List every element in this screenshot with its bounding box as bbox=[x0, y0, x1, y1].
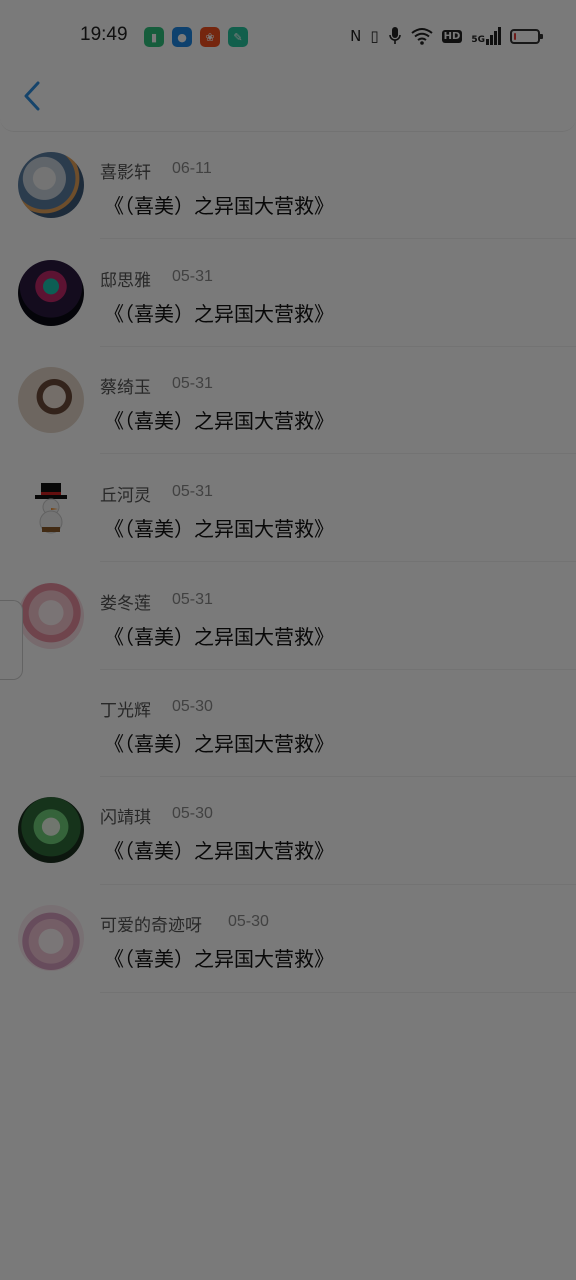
back-button[interactable] bbox=[14, 76, 50, 116]
notification-icons: ▮ ● ❀ ✎ bbox=[144, 27, 248, 47]
user-name[interactable]: 喜影轩 bbox=[100, 158, 151, 183]
list-item[interactable]: 喜影轩 06-11 《（喜美）之异国大营救》 bbox=[0, 132, 576, 239]
post-date: 06-11 bbox=[172, 160, 212, 177]
navigation-bar bbox=[0, 58, 576, 132]
user-name[interactable]: 闪靖琪 bbox=[100, 803, 151, 828]
cellular-signal-icon: 5G bbox=[471, 27, 501, 45]
post-date: 05-31 bbox=[172, 268, 213, 285]
divider bbox=[100, 992, 576, 993]
avatar[interactable] bbox=[18, 367, 84, 433]
book-title: 《（喜美）之异国大营救》 bbox=[104, 625, 334, 649]
network-type-label: 5G bbox=[471, 35, 485, 45]
user-name[interactable]: 丘河灵 bbox=[100, 481, 151, 506]
avatar[interactable] bbox=[18, 797, 84, 863]
status-time: 19:49 bbox=[80, 24, 128, 45]
book-title: 《（喜美）之异国大营救》 bbox=[104, 947, 334, 971]
post-date: 05-31 bbox=[172, 483, 213, 500]
list-item[interactable]: 娄冬莲 05-31 《（喜美）之异国大营救》 bbox=[0, 562, 576, 670]
post-date: 05-31 bbox=[172, 591, 213, 608]
user-name[interactable]: 娄冬莲 bbox=[100, 589, 151, 614]
floating-side-tab[interactable] bbox=[0, 600, 23, 680]
user-name[interactable]: 蔡绮玉 bbox=[100, 373, 151, 398]
list-item[interactable]: 丘河灵 05-31 《（喜美）之异国大营救》 bbox=[0, 454, 576, 562]
wifi-icon bbox=[411, 28, 433, 45]
avatar[interactable] bbox=[18, 260, 84, 326]
avatar[interactable] bbox=[18, 905, 84, 971]
avatar[interactable] bbox=[18, 583, 84, 649]
hd-icon: HD bbox=[441, 29, 463, 43]
community-app-icon: ❀ bbox=[200, 27, 220, 47]
list-item[interactable]: 蔡绮玉 05-31 《（喜美）之异国大营救》 bbox=[0, 346, 576, 454]
nfc-icon: N bbox=[350, 27, 362, 45]
user-name[interactable]: 可爱的奇迹呀 bbox=[100, 911, 202, 936]
system-icons: N ▯ HD 5G bbox=[350, 25, 543, 47]
post-date: 05-30 bbox=[172, 698, 213, 715]
battery-level bbox=[514, 32, 516, 40]
avatar[interactable] bbox=[18, 152, 84, 218]
chat-app-icon: ✎ bbox=[228, 27, 248, 47]
user-name[interactable]: 邸思雅 bbox=[100, 266, 151, 291]
list-item[interactable]: 闪靖琪 05-30 《（喜美）之异国大营救》 bbox=[0, 777, 576, 885]
vibrate-icon: ▯ bbox=[370, 27, 379, 45]
book-title: 《（喜美）之异国大营救》 bbox=[104, 409, 334, 433]
list-item[interactable]: 可爱的奇迹呀 05-30 《（喜美）之异国大营救》 bbox=[0, 884, 576, 993]
clipboard-app-icon: ▮ bbox=[144, 27, 164, 47]
post-date: 05-30 bbox=[172, 805, 213, 822]
list-item[interactable]: 丁光辉 05-30 《（喜美）之异国大营救》 bbox=[0, 669, 576, 777]
book-title: 《（喜美）之异国大营救》 bbox=[104, 194, 334, 218]
reader-list: 喜影轩 06-11 《（喜美）之异国大营救》 邸思雅 05-31 《（喜美）之异… bbox=[0, 132, 576, 994]
post-date: 05-31 bbox=[172, 375, 213, 392]
battery-icon bbox=[510, 28, 543, 44]
user-name[interactable]: 丁光辉 bbox=[100, 696, 151, 721]
list-item[interactable]: 邸思雅 05-31 《（喜美）之异国大营救》 bbox=[0, 239, 576, 347]
avatar[interactable] bbox=[18, 475, 84, 541]
browser-app-icon: ● bbox=[172, 27, 192, 47]
post-date: 05-30 bbox=[228, 913, 269, 930]
book-title: 《（喜美）之异国大营救》 bbox=[104, 517, 334, 541]
chevron-left-icon bbox=[24, 81, 40, 111]
book-title: 《（喜美）之异国大营救》 bbox=[104, 839, 334, 863]
microphone-icon bbox=[388, 27, 401, 44]
book-title: 《（喜美）之异国大营救》 bbox=[104, 732, 334, 756]
book-title: 《（喜美）之异国大营救》 bbox=[104, 302, 334, 326]
